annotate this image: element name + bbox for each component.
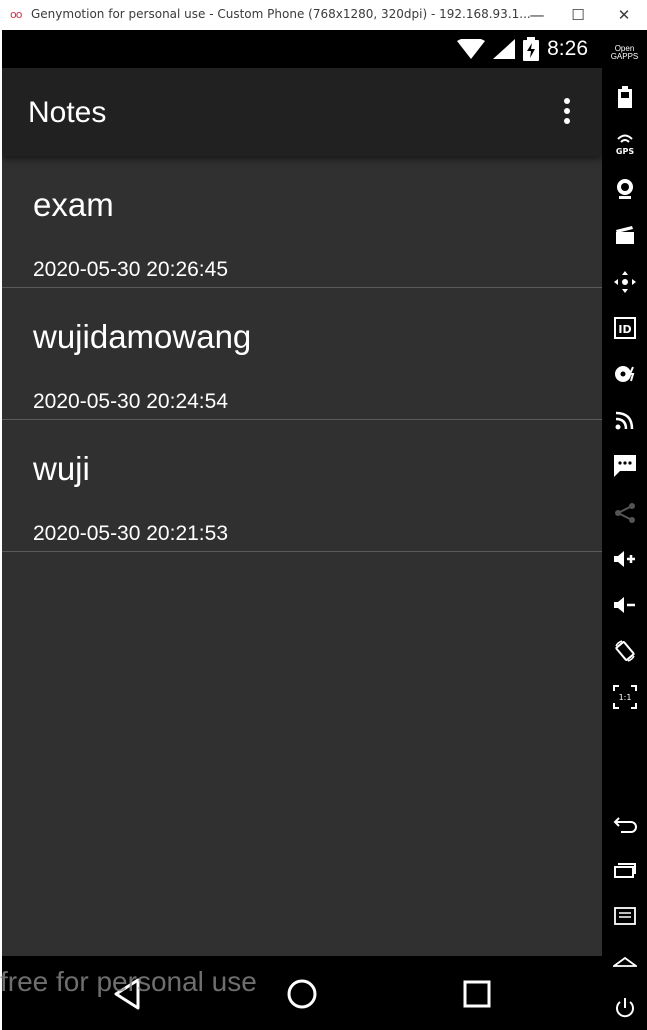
genymotion-logo-icon: oo [10,8,23,21]
maximize-button[interactable]: ☐ [567,4,589,26]
battery-icon[interactable] [602,82,647,112]
capture-icon[interactable] [602,220,647,250]
open-gapps-icon[interactable]: Open GAPPS [602,38,647,68]
minimize-button[interactable]: — [526,4,548,26]
gapps-label-line2: GAPPS [610,52,639,61]
battery-charging-icon [523,37,540,61]
home-icon[interactable] [280,972,324,1016]
signal-icon [493,39,516,59]
close-button[interactable]: ✕ [613,4,635,26]
dpad-icon[interactable] [602,267,647,297]
pixel-perfect-label: 1:1 [618,693,631,702]
volume-down-icon[interactable] [602,590,647,620]
list-item[interactable]: wujidamowang 2020-05-30 20:24:54 [2,288,602,420]
device-back-icon[interactable] [602,809,647,839]
note-title: wuji [33,450,90,487]
note-date: 2020-05-30 20:26:45 [33,258,228,281]
note-date: 2020-05-30 20:21:53 [33,522,228,545]
note-title: exam [33,186,114,223]
device-home-icon[interactable] [602,947,647,977]
webcam-icon[interactable] [602,174,647,204]
page-title: Notes [28,96,107,129]
app-bar: Notes [2,68,602,156]
status-bar: 8:26 [2,30,602,68]
cast-icon[interactable] [602,405,647,435]
wifi-icon [457,39,486,59]
overflow-menu-icon[interactable] [558,98,576,128]
device-id-icon[interactable]: ID [602,313,647,343]
watermark: free for personal use [0,966,257,997]
emulator-sidebar: Open GAPPS GPS ID 1:1 [602,30,647,1030]
recents-icon[interactable] [455,972,499,1016]
disk-io-icon[interactable] [602,359,647,389]
phone-screen: 8:26 Notes exam 2020-05-30 20:26:45 wuji… [2,30,602,1030]
list-item[interactable]: exam 2020-05-30 20:26:45 [2,156,602,288]
pixel-perfect-icon[interactable]: 1:1 [602,682,647,712]
status-time: 8:26 [547,37,588,60]
share-icon[interactable] [602,498,647,528]
gps-icon[interactable]: GPS [602,128,647,158]
device-recents-icon[interactable] [602,855,647,885]
list-item[interactable]: wuji 2020-05-30 20:21:53 [2,420,602,552]
sms-icon[interactable] [602,451,647,481]
volume-up-icon[interactable] [602,544,647,574]
device-menu-icon[interactable] [602,901,647,931]
note-date: 2020-05-30 20:24:54 [33,390,228,413]
window-titlebar: oo Genymotion for personal use - Custom … [0,0,647,30]
note-title: wujidamowang [33,318,252,355]
window-title: Genymotion for personal use - Custom Pho… [31,7,531,21]
device-id-label: ID [618,323,631,336]
power-icon[interactable] [602,993,647,1023]
rotate-icon[interactable] [602,636,647,666]
notes-list: exam 2020-05-30 20:26:45 wujidamowang 20… [2,156,602,552]
gps-label: GPS [615,147,633,155]
